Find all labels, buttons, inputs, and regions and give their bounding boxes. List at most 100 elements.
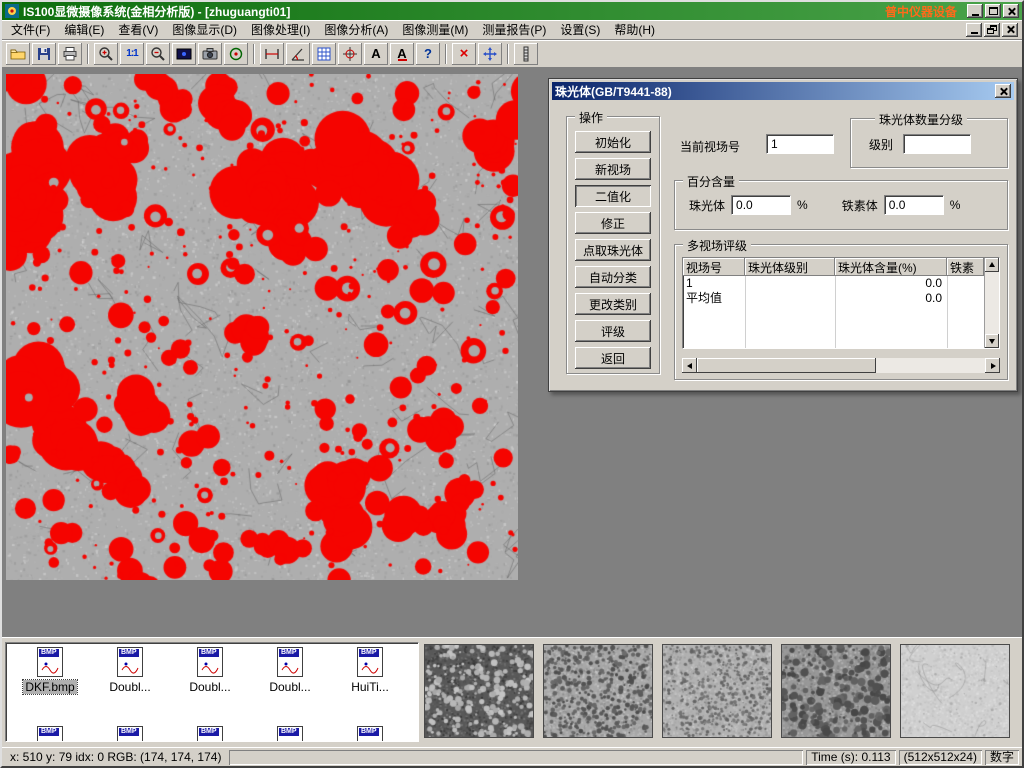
column-pearlite-content[interactable]: 珠光体含量(%) [835, 258, 947, 276]
scroll-left-button[interactable] [682, 358, 697, 373]
ferrite-percent-input[interactable]: 0.0 [884, 195, 944, 215]
annotate-button[interactable]: A [390, 43, 414, 65]
help-button[interactable]: ? [416, 43, 440, 65]
multi-field-group: 多视场评级 视场号 珠光体级别 珠光体含量(%) 铁素 1 0.0 [674, 244, 1008, 380]
one-to-one-icon: 1:1 [126, 48, 137, 59]
micrograph-image[interactable] [6, 74, 518, 580]
camera-button[interactable] [198, 43, 222, 65]
target-button[interactable] [224, 43, 248, 65]
file-label[interactable]: Doubl... [107, 680, 152, 694]
table-horizontal-scrollbar[interactable] [682, 358, 1000, 373]
titlebar[interactable]: IS100显微摄像系统(金相分析版) - [zhuguangti01] 普中仪器… [2, 2, 1022, 20]
bmp-tag: BMP [39, 649, 59, 657]
file-item-0[interactable]: BMP DKF.bmp [10, 647, 90, 694]
menu-image-process[interactable]: 图像处理(I) [244, 19, 317, 40]
file-item-9[interactable]: BMP [330, 726, 410, 742]
dialog-titlebar[interactable]: 珠光体(GB/T9441-88) [552, 82, 1014, 100]
scroll-up-button[interactable] [985, 258, 999, 272]
column-field-number[interactable]: 视场号 [683, 258, 745, 276]
open-file-button[interactable] [6, 43, 30, 65]
auto-classify-button[interactable]: 自动分类 [575, 266, 651, 288]
current-field-input[interactable]: 1 [766, 134, 834, 154]
actual-size-button[interactable]: 1:1 [120, 43, 144, 65]
maximize-button[interactable] [985, 4, 1001, 18]
file-item-8[interactable]: BMP [250, 726, 330, 742]
thumbnail-3[interactable] [662, 644, 772, 738]
menu-settings[interactable]: 设置(S) [553, 19, 607, 40]
bmp-tag: BMP [119, 649, 139, 657]
crosshair-button[interactable] [338, 43, 362, 65]
measure-width-button[interactable] [260, 43, 284, 65]
file-label[interactable]: Doubl... [187, 680, 232, 694]
grid-button[interactable] [312, 43, 336, 65]
file-row-2: BMP BMP BMP BMP BMP [10, 726, 416, 742]
zoom-in-button[interactable] [94, 43, 118, 65]
scroll-right-button[interactable] [985, 358, 1000, 373]
return-button[interactable]: 返回 [575, 347, 651, 369]
scroll-track[interactable] [985, 272, 999, 334]
measure-angle-icon [290, 46, 306, 62]
column-ferrite[interactable]: 铁素 [947, 258, 984, 276]
thumbnail-4[interactable] [781, 644, 891, 738]
file-item-5[interactable]: BMP [10, 726, 90, 742]
measure-angle-button[interactable] [286, 43, 310, 65]
file-item-1[interactable]: BMP Doubl... [90, 647, 170, 694]
change-class-button[interactable]: 更改类别 [575, 293, 651, 315]
file-item-3[interactable]: BMP Doubl... [250, 647, 330, 694]
file-label[interactable]: DKF.bmp [23, 680, 76, 694]
capture-button[interactable] [172, 43, 196, 65]
pearlite-percent-input[interactable]: 0.0 [731, 195, 791, 215]
column-pearlite-grade[interactable]: 珠光体级别 [745, 258, 835, 276]
file-item-6[interactable]: BMP [90, 726, 170, 742]
status-image-size: (512x512x24) [899, 750, 982, 765]
mdi-restore-button[interactable] [984, 23, 1000, 37]
pan-button[interactable] [478, 43, 502, 65]
table-row[interactable]: 平均值 0.0 [683, 291, 984, 306]
window-title: IS100显微摄像系统(金相分析版) - [zhuguangti01] [23, 3, 290, 20]
menu-image-measure[interactable]: 图像测量(M) [395, 19, 475, 40]
crosshair-circle-icon [342, 46, 358, 62]
thumbnail-5[interactable] [900, 644, 1010, 738]
thumbnail-2[interactable] [543, 644, 653, 738]
new-field-button[interactable]: 新视场 [575, 158, 651, 180]
scroll-track[interactable] [697, 358, 985, 373]
initialize-button[interactable]: 初始化 [575, 131, 651, 153]
caliper-button[interactable] [514, 43, 538, 65]
menu-report[interactable]: 测量报告(P) [475, 19, 553, 40]
scroll-down-button[interactable] [985, 334, 999, 348]
menu-file[interactable]: 文件(F) [4, 19, 57, 40]
table-row[interactable]: 1 0.0 [683, 276, 984, 291]
level-input[interactable] [903, 134, 971, 154]
correct-button[interactable]: 修正 [575, 212, 651, 234]
menu-help[interactable]: 帮助(H) [607, 19, 662, 40]
close-button[interactable] [1003, 4, 1019, 18]
mdi-minimize-button[interactable] [966, 23, 982, 37]
minimize-button[interactable] [967, 4, 983, 18]
scroll-thumb[interactable] [697, 358, 876, 373]
menu-image-display[interactable]: 图像显示(D) [165, 19, 244, 40]
rate-button[interactable]: 评级 [575, 320, 651, 342]
save-button[interactable] [32, 43, 56, 65]
zoom-out-button[interactable] [146, 43, 170, 65]
delete-button[interactable]: × [452, 43, 476, 65]
print-button[interactable] [58, 43, 82, 65]
table-vertical-scrollbar[interactable] [984, 258, 999, 348]
menu-image-analysis[interactable]: 图像分析(A) [317, 19, 395, 40]
file-item-7[interactable]: BMP [170, 726, 250, 742]
dialog-close-button[interactable] [995, 84, 1011, 98]
bmp-file-icon: BMP [357, 726, 383, 742]
file-label[interactable]: HuiTi... [349, 680, 391, 694]
file-item-4[interactable]: BMP HuiTi... [330, 647, 410, 694]
file-item-2[interactable]: BMP Doubl... [170, 647, 250, 694]
pearlite-dialog: 珠光体(GB/T9441-88) 操作 初始化 新视场 二值化 修正 点取珠光体… [548, 78, 1018, 392]
binarize-button[interactable]: 二值化 [575, 185, 651, 207]
thumbnail-1[interactable] [424, 644, 534, 738]
menu-edit[interactable]: 编辑(E) [57, 19, 111, 40]
mdi-close-button[interactable] [1002, 23, 1018, 37]
arrow-right-icon [991, 363, 999, 369]
file-row-1: BMP DKF.bmp BMP Doubl... BMP [10, 647, 416, 694]
file-label[interactable]: Doubl... [267, 680, 312, 694]
text-button[interactable]: A [364, 43, 388, 65]
pick-pearlite-button[interactable]: 点取珠光体 [575, 239, 651, 261]
menu-view[interactable]: 查看(V) [111, 19, 165, 40]
